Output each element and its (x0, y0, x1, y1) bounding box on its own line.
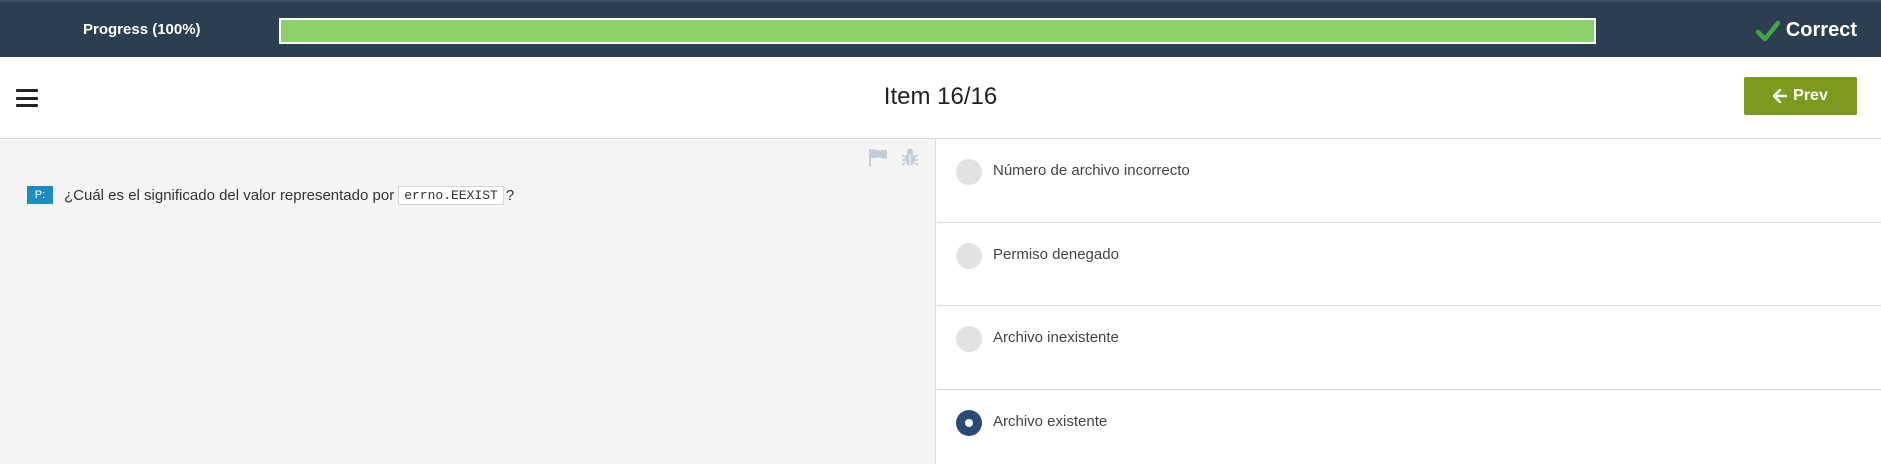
answer-options: Número de archivo incorrecto Permiso den… (937, 139, 1881, 464)
check-icon (1756, 20, 1780, 42)
answer-option[interactable]: Permiso denegado (937, 223, 1881, 307)
item-counter: Item 16/16 (0, 83, 1881, 111)
arrow-left-icon (1773, 89, 1787, 103)
question-code: errno.EEXIST (398, 186, 504, 205)
progress-bar-header: Progress (100%) Correct (0, 0, 1881, 57)
progress-label: Progress (100%) (83, 21, 201, 38)
answer-option-label: Archivo inexistente (993, 329, 1119, 346)
question-text-after: ? (506, 187, 514, 204)
bug-icon[interactable] (899, 147, 921, 167)
question-tools (867, 147, 921, 167)
result-status: Correct (1756, 19, 1857, 42)
question-text: ¿Cuál es el significado del valor repres… (64, 186, 514, 205)
answer-option[interactable]: Archivo existente (937, 390, 1881, 473)
result-label: Correct (1786, 19, 1857, 42)
question-panel: P: ¿Cuál es el significado del valor rep… (0, 139, 936, 464)
progress-fill (281, 20, 1594, 42)
radio-button[interactable] (956, 159, 982, 185)
answer-option-label: Permiso denegado (993, 246, 1119, 263)
answer-option[interactable]: Archivo inexistente (937, 306, 1881, 390)
answer-option[interactable]: Número de archivo incorrecto (937, 139, 1881, 223)
prev-button-label: Prev (1793, 87, 1828, 105)
question-text-before: ¿Cuál es el significado del valor repres… (64, 187, 394, 204)
radio-button[interactable] (956, 243, 982, 269)
progress-track (279, 18, 1596, 44)
flag-icon[interactable] (867, 147, 889, 167)
question-badge: P: (27, 186, 53, 204)
answer-option-label: Número de archivo incorrecto (993, 162, 1190, 179)
item-header: Item 16/16 Prev (0, 57, 1881, 139)
radio-button[interactable] (956, 326, 982, 352)
prev-button[interactable]: Prev (1744, 77, 1857, 115)
radio-button[interactable] (956, 410, 982, 436)
answer-option-label: Archivo existente (993, 413, 1107, 430)
